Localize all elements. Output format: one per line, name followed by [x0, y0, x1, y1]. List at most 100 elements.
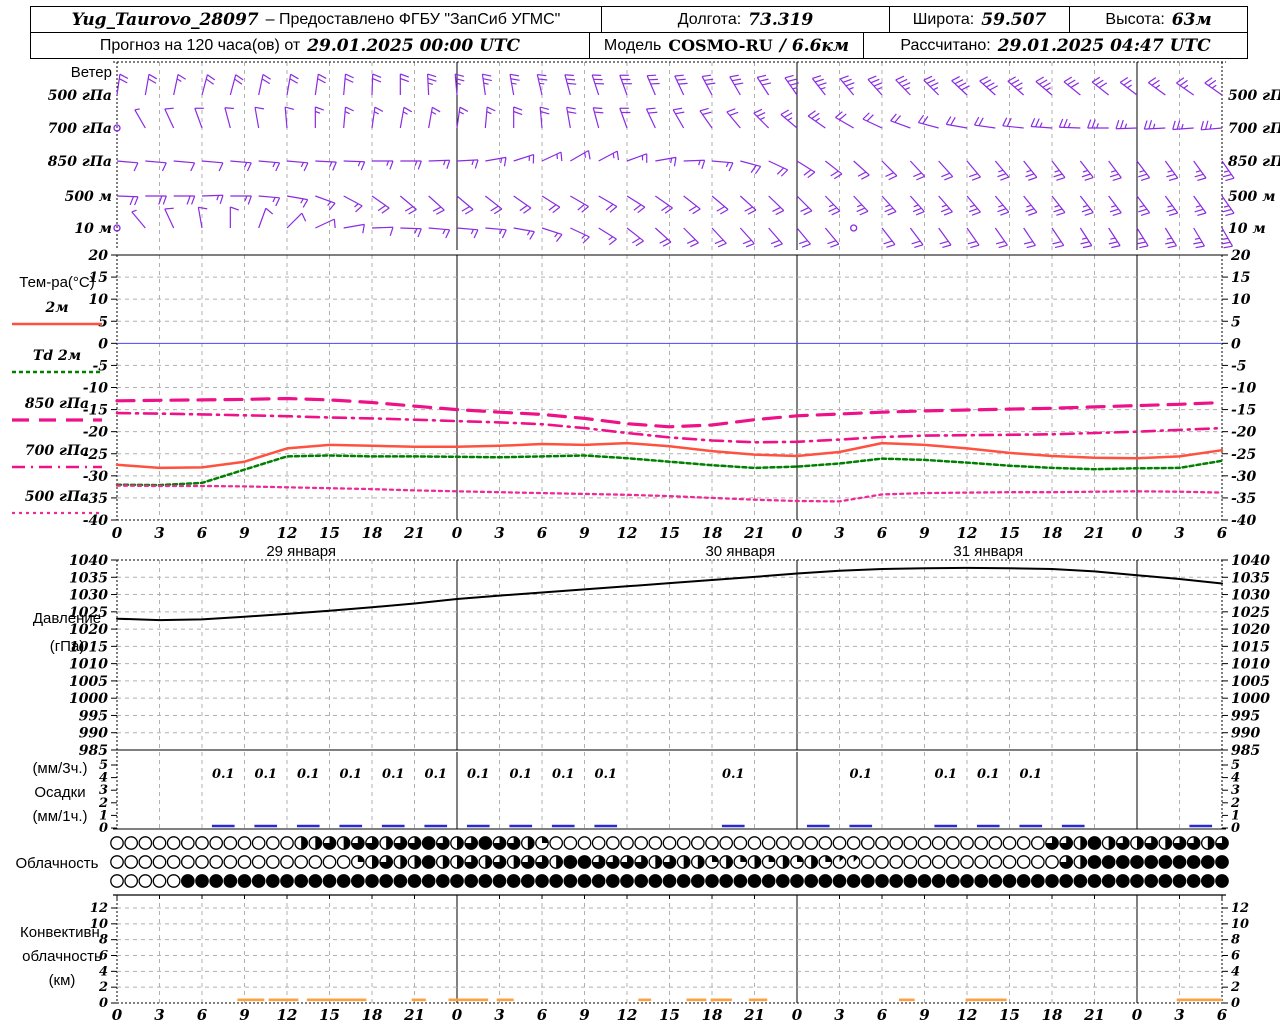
- cloud-cover-fill: [918, 874, 931, 888]
- latitude-value: 59.507: [981, 9, 1047, 30]
- cloud-cover-symbol: [832, 836, 847, 850]
- wind-barb-feather: [1052, 241, 1062, 245]
- wind-barb-feather: [1109, 173, 1119, 178]
- wind-barb-half-feather: [913, 204, 919, 208]
- wind-barb-shaft: [371, 226, 394, 229]
- wind-barb-feather: [1000, 211, 1010, 216]
- wind-barb-half-feather: [1167, 205, 1173, 208]
- cloud-cover-symbol: [166, 855, 181, 869]
- hour-label: 12: [957, 524, 978, 542]
- wind-barb-feather: [218, 162, 224, 172]
- cloud-cover-symbol: [903, 836, 918, 850]
- wind-barb-feather: [1138, 208, 1148, 213]
- hour-label: 6: [877, 524, 888, 542]
- model-cell: Модель COSMO-RU / 6.6км: [589, 33, 863, 58]
- hour-label-bottom: 15: [999, 1006, 1020, 1024]
- cloud-cover-fill: [365, 874, 379, 888]
- wind-barb-feather: [1095, 79, 1104, 86]
- wind-barb-feather: [939, 240, 949, 245]
- wind-barb-feather: [548, 204, 557, 211]
- pressure-tick-left: 1010: [69, 657, 108, 673]
- wind-barb-feather: [360, 161, 366, 171]
- wind-barb-half-feather: [315, 110, 321, 114]
- cloud-cover-fill: [549, 874, 563, 888]
- wind-barb-feather: [254, 106, 264, 110]
- wind-barb-feather: [1056, 176, 1066, 181]
- wind-barb-shaft: [173, 74, 179, 96]
- wind-barb-feather: [1168, 177, 1178, 182]
- wind-barb-feather: [408, 208, 417, 215]
- wind-barb-shaft: [315, 218, 335, 229]
- wind-barb-feather: [377, 204, 386, 212]
- wind-barb-feather: [719, 208, 729, 215]
- wind-level-label-left: 500 м: [65, 189, 112, 205]
- wind-barb-shaft: [740, 160, 761, 168]
- wind-barb-half-feather: [933, 87, 939, 91]
- wind-barb-feather: [345, 106, 354, 112]
- wind-barb-feather: [830, 243, 840, 248]
- wind-barb-feather: [119, 78, 128, 84]
- wind-barb-shaft: [655, 156, 677, 162]
- wind-barb-feather: [1053, 208, 1063, 213]
- hour-label: 18: [362, 524, 383, 542]
- wind-barb-feather: [1025, 208, 1035, 213]
- wind-barb-half-feather: [1223, 170, 1230, 173]
- wind-barb-feather: [873, 82, 883, 87]
- wind-barb-feather: [148, 73, 158, 80]
- wind-barb-feather: [593, 107, 603, 110]
- wind-barb-feather: [1179, 79, 1188, 87]
- wind-barb-feather: [567, 82, 577, 85]
- wind-barb-half-feather: [848, 86, 854, 90]
- wind-barb-shaft: [598, 227, 617, 240]
- wind-barb-shaft: [1119, 81, 1138, 96]
- wind-barb-feather: [811, 112, 820, 120]
- cloud-cover-fill: [748, 874, 761, 888]
- hour-label-bottom: 21: [743, 1006, 765, 1024]
- cloud-cover-symbol: [251, 855, 266, 869]
- wind-barb-feather: [261, 78, 271, 85]
- cloud-cover-symbol: [265, 836, 280, 850]
- wind-barb-feather: [1148, 77, 1157, 84]
- cloud-cover-symbol: [223, 855, 238, 869]
- wind-barb-feather: [473, 229, 479, 239]
- cloud-cover-symbol: [124, 874, 139, 888]
- wind-barb-feather: [675, 111, 685, 115]
- pressure-tick-right: 1000: [1231, 691, 1270, 707]
- wind-barb-shaft: [626, 195, 646, 208]
- wind-barb-feather: [729, 111, 739, 116]
- wind-barb-feather: [1091, 76, 1101, 83]
- temp-tick-right: 0: [1231, 336, 1241, 352]
- wind-barb-feather: [1112, 177, 1122, 181]
- pressure-tick-left: 1035: [69, 570, 108, 586]
- wind-barb-feather: [692, 208, 701, 215]
- temp-tick-left: 0: [98, 336, 108, 352]
- wind-barb-shaft: [343, 160, 365, 163]
- cloud-cover-fill: [960, 874, 974, 888]
- cloud-cover-symbol: [152, 874, 167, 888]
- cloud-cover-fill: [436, 874, 450, 888]
- wind-barb-feather: [961, 85, 970, 91]
- cloud-cover-symbol: [166, 874, 181, 888]
- temp-tick-left: -5: [92, 358, 108, 374]
- wind-barb-feather: [133, 162, 139, 172]
- wind-barb-shaft: [711, 195, 729, 210]
- wind-barb-feather: [566, 106, 576, 110]
- wind-barb-feather: [1176, 77, 1185, 84]
- wind-barb-feather: [747, 209, 757, 215]
- wind-barb-feather: [646, 107, 656, 110]
- temp-panel-title: Тем-ра(°C): [19, 274, 94, 291]
- wind-barb-shaft: [286, 74, 292, 96]
- wind-barb-shaft: [399, 107, 405, 129]
- wind-barb-half-feather: [1096, 123, 1099, 129]
- hour-label: 9: [919, 524, 930, 542]
- wind-barb-feather: [1025, 173, 1035, 178]
- cloud-cover-fill: [564, 855, 577, 869]
- wind-barb-feather: [744, 206, 753, 212]
- wind-barb-feather: [417, 160, 422, 170]
- wind-barb-feather: [978, 117, 984, 126]
- wind-barb-feather: [803, 169, 812, 176]
- wind-barb-shaft: [428, 107, 433, 129]
- wind-barb-shaft: [807, 115, 826, 129]
- hour-label: 15: [659, 524, 680, 542]
- hour-label: 3: [494, 524, 504, 542]
